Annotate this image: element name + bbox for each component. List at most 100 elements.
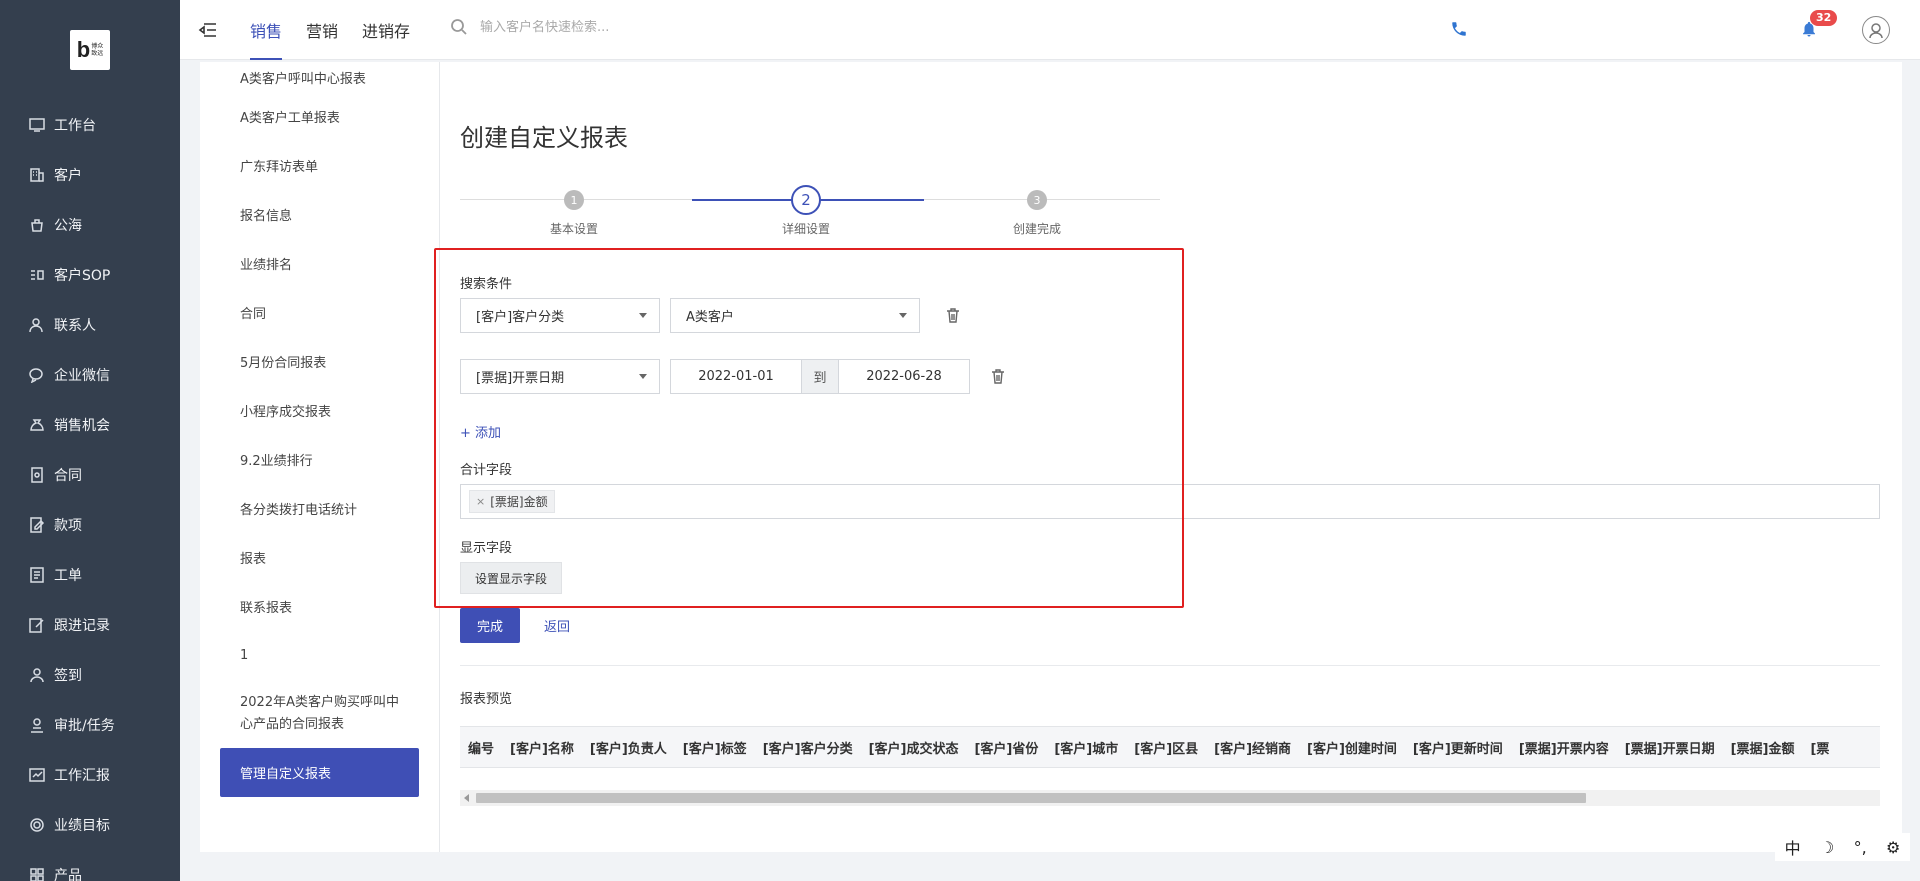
avatar[interactable]	[1862, 16, 1890, 44]
notification-badge: 32	[1810, 10, 1838, 26]
building-icon	[28, 166, 46, 184]
step-progress: 1 基本设置 2 详细设置 3 创建完成	[460, 180, 1160, 240]
condition-1-value: A类客户	[686, 310, 734, 325]
logo-text: 博众 致远	[91, 43, 104, 57]
sidebar-item-customer[interactable]: 客户	[0, 150, 180, 200]
report-list-item[interactable]: A类客户呼叫中心报表	[200, 62, 439, 92]
grid-icon	[28, 866, 46, 881]
gear-icon[interactable]: ⚙	[1886, 838, 1900, 857]
app-logo[interactable]: b 博众 致远	[70, 30, 110, 70]
sidebar-item-ticket[interactable]: 工单	[0, 550, 180, 600]
notification-bell-icon[interactable]: 32	[1800, 10, 1838, 40]
report-list-item[interactable]: 1	[200, 631, 439, 680]
sidebar-item-label: 销售机会	[54, 418, 110, 434]
sop-icon	[28, 266, 46, 284]
date-to-input[interactable]: 2022-06-28	[839, 360, 969, 393]
tag-remove-icon[interactable]: ×	[476, 495, 485, 508]
report-list-item[interactable]: A类客户工单报表	[200, 92, 439, 141]
sidebar-item-checkin[interactable]: 签到	[0, 650, 180, 700]
condition-2-field-select[interactable]: [票据]开票日期	[460, 359, 660, 394]
report-list-item[interactable]: 2022年A类客户购买呼叫中心产品的合同报表	[200, 680, 439, 748]
report-list-item[interactable]: 9.2业绩排行	[200, 435, 439, 484]
sidebar-item-workbench[interactable]: 工作台	[0, 100, 180, 150]
report-list-item[interactable]: 报名信息	[200, 190, 439, 239]
manage-custom-reports-item[interactable]: 管理自定义报表	[220, 748, 419, 797]
sidebar-item-label: 客户	[54, 168, 82, 184]
sidebar-item-customer-sop[interactable]: 客户SOP	[0, 250, 180, 300]
sidebar-item-label: 审批/任务	[54, 718, 115, 734]
sidebar-item-opportunity[interactable]: 销售机会	[0, 400, 180, 450]
condition-1-value-select[interactable]: A类客户	[670, 298, 920, 333]
delete-condition-1-icon[interactable]	[946, 308, 960, 324]
search-input[interactable]	[480, 19, 780, 35]
sidebar-item-approval[interactable]: 审批/任务	[0, 700, 180, 750]
report-list-item[interactable]: 5月份合同报表	[200, 337, 439, 386]
table-header-cell: [客户]区县	[1134, 741, 1199, 757]
sidebar-item-wecom[interactable]: 企业微信	[0, 350, 180, 400]
phone-icon[interactable]	[1450, 20, 1470, 40]
sidebar-item-followup[interactable]: 跟进记录	[0, 600, 180, 650]
report-list-item[interactable]: 联系报表	[200, 582, 439, 631]
scrollbar-thumb[interactable]	[476, 793, 1586, 803]
search-icon[interactable]	[450, 18, 468, 36]
scroll-left-icon[interactable]	[464, 794, 469, 802]
top-tabs: 销售 营销 进销存	[250, 0, 434, 60]
sidebar-item-contract[interactable]: 合同	[0, 450, 180, 500]
list-doc-icon	[28, 566, 46, 584]
condition-1-field-select[interactable]: [客户]客户分类	[460, 298, 660, 333]
add-condition-link[interactable]: + 添加	[460, 422, 501, 441]
chevron-down-icon	[899, 313, 907, 318]
table-header-cell: 编号	[468, 741, 495, 757]
report-list-item[interactable]: 业绩排名	[200, 239, 439, 288]
sidebar-item-label: 跟进记录	[54, 618, 110, 634]
report-icon	[28, 766, 46, 784]
top-bar: 销售 营销 进销存 32	[180, 0, 1920, 60]
report-list-item[interactable]: 小程序成交报表	[200, 386, 439, 435]
moon-icon[interactable]: ☽	[1820, 838, 1834, 857]
contract-icon	[28, 466, 46, 484]
sidebar-item-label: 工作汇报	[54, 768, 110, 784]
report-list-item[interactable]: 合同	[200, 288, 439, 337]
chat-icon	[28, 366, 46, 384]
step-2-label: 详细设置	[781, 222, 830, 236]
punctuation-icon[interactable]: °,	[1854, 838, 1867, 857]
logo-letter: b	[76, 37, 91, 62]
report-list-item[interactable]: 报表	[200, 533, 439, 582]
content-panel: A类客户呼叫中心报表 A类客户工单报表 广东拜访表单 报名信息 业绩排名 合同 …	[200, 62, 1902, 852]
sidebar-item-public-pool[interactable]: 公海	[0, 200, 180, 250]
horizontal-scrollbar[interactable]	[460, 790, 1880, 806]
sum-fields-input[interactable]: × [票据]金额	[460, 484, 1880, 519]
collapse-menu-icon[interactable]	[198, 20, 218, 40]
sidebar-item-report[interactable]: 工作汇报	[0, 750, 180, 800]
sidebar-item-payment[interactable]: 款项	[0, 500, 180, 550]
report-list-item[interactable]: 各分类拨打电话统计	[200, 484, 439, 533]
report-preview-table-header: 编号 [客户]名称 [客户]负责人 [客户]标签 [客户]客户分类 [客户]成交…	[460, 726, 1880, 768]
done-button[interactable]: 完成	[460, 608, 520, 643]
table-header-cell: [客户]成交状态	[868, 741, 959, 757]
sidebar-item-label: 工作台	[54, 118, 96, 134]
sidebar-item-label: 企业微信	[54, 368, 110, 384]
table-header-cell: [客户]创建时间	[1307, 741, 1397, 757]
date-range-separator: 到	[801, 360, 839, 393]
sidebar-item-label: 款项	[54, 518, 82, 534]
set-display-fields-button[interactable]: 设置显示字段	[460, 562, 563, 594]
condition-1-field-value: [客户]客户分类	[476, 310, 565, 325]
monitor-icon	[28, 116, 46, 134]
table-header-cell: [客户]标签	[682, 741, 747, 757]
report-list-item[interactable]: 广东拜访表单	[200, 141, 439, 190]
step-1-dot: 1	[564, 190, 584, 210]
sidebar-nav: 工作台 客户 公海 客户SOP 联系人 企业微信 销售机会 合同 款项 工单 跟…	[0, 100, 180, 881]
back-link[interactable]: 返回	[544, 616, 570, 635]
ime-mode-toggle[interactable]: 中	[1785, 835, 1801, 859]
step-1-label: 基本设置	[549, 222, 598, 236]
table-header-cell: [票据]开票内容	[1518, 741, 1609, 757]
tab-sales[interactable]: 销售	[250, 0, 283, 60]
tab-marketing[interactable]: 营销	[306, 0, 338, 60]
date-from-input[interactable]: 2022-01-01	[671, 360, 801, 393]
tab-inventory[interactable]: 进销存	[362, 0, 410, 60]
sidebar-item-product[interactable]: 产品	[0, 850, 180, 881]
delete-condition-2-icon[interactable]	[991, 369, 1005, 385]
sidebar-item-contacts[interactable]: 联系人	[0, 300, 180, 350]
create-report-form: 创建自定义报表 1 基本设置 2 详细设置 3 创建完成 搜索条件 [客户]客户…	[434, 62, 1900, 852]
sidebar-item-target[interactable]: 业绩目标	[0, 800, 180, 850]
